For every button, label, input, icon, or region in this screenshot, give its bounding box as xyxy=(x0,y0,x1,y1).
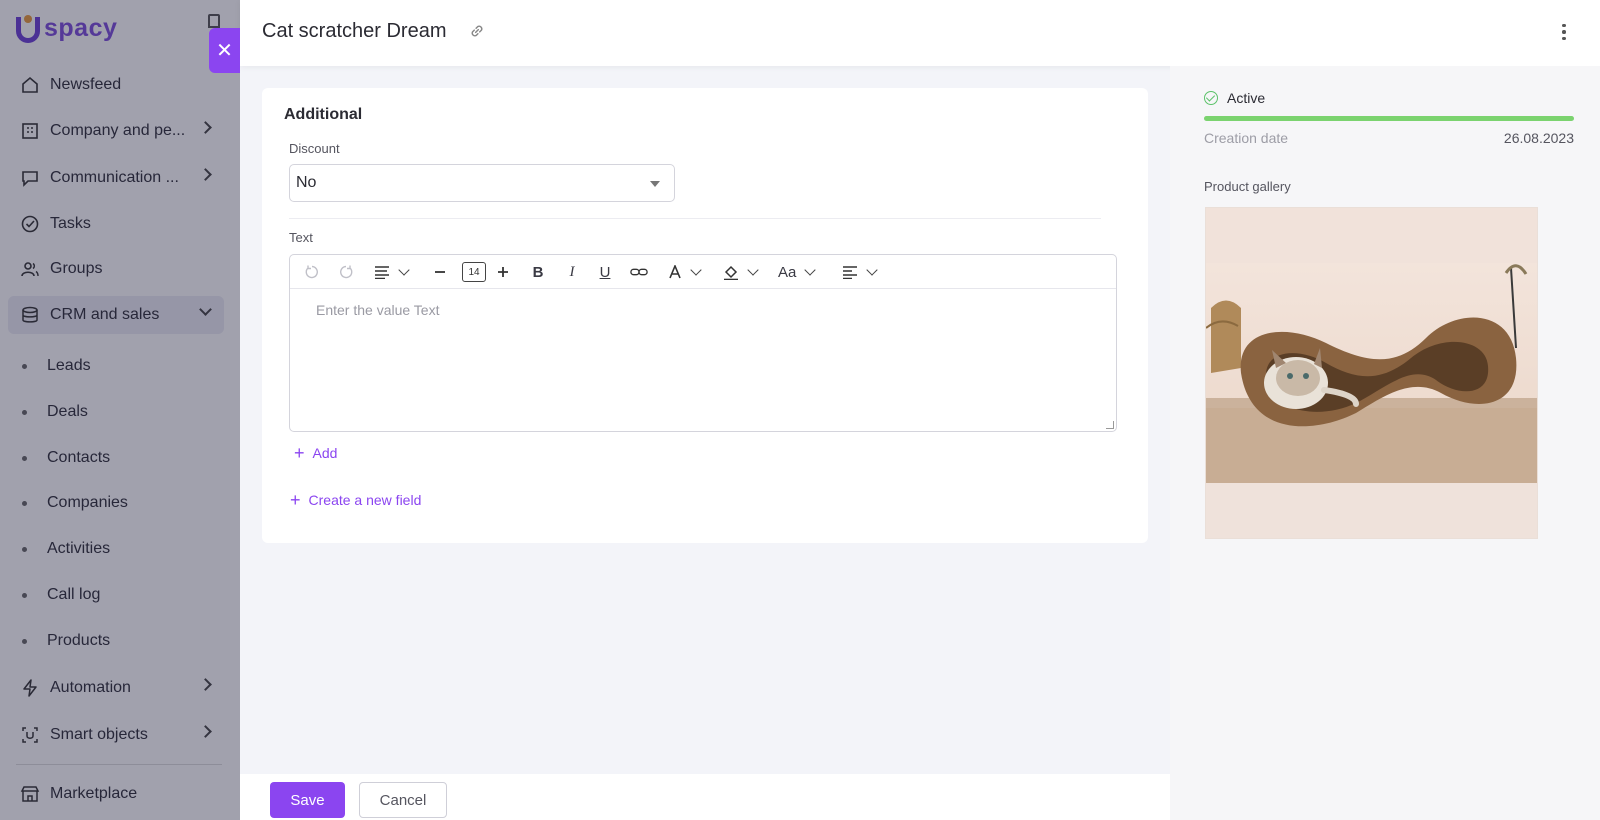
creation-date-value: 26.08.2023 xyxy=(1503,130,1574,146)
paragraph-icon xyxy=(375,266,389,279)
editor-toolbar: 14 B I U Aa xyxy=(290,255,1116,289)
text-label: Text xyxy=(289,230,313,245)
italic-icon[interactable]: I xyxy=(565,262,579,282)
add-button[interactable]: + Add xyxy=(294,444,337,462)
panel-footer: Save Cancel xyxy=(240,774,1170,820)
font-size-input[interactable]: 14 xyxy=(462,262,486,282)
underline-icon[interactable]: U xyxy=(598,262,612,282)
discount-select[interactable]: No xyxy=(289,164,675,202)
modal-backdrop[interactable] xyxy=(0,0,240,820)
cat-scratcher-photo xyxy=(1206,208,1537,538)
editor-placeholder: Enter the value Text xyxy=(316,302,440,318)
text-color-dropdown[interactable] xyxy=(668,262,702,282)
plus-icon: + xyxy=(294,443,305,463)
resize-handle[interactable] xyxy=(1106,421,1114,429)
bold-icon[interactable]: B xyxy=(531,262,545,282)
close-icon: ✕ xyxy=(216,40,233,62)
plus-icon: + xyxy=(290,490,301,510)
text-case-label: Aa xyxy=(778,263,797,281)
cancel-button[interactable]: Cancel xyxy=(359,782,447,818)
save-button[interactable]: Save xyxy=(270,782,345,818)
divider xyxy=(289,218,1101,219)
product-gallery-image[interactable] xyxy=(1205,207,1538,539)
fill-bucket-icon xyxy=(724,265,738,280)
status-label: Active xyxy=(1227,90,1266,106)
progress-fill xyxy=(1204,116,1574,121)
text-case-dropdown[interactable]: Aa xyxy=(778,262,817,282)
align-left-icon xyxy=(843,266,857,279)
discount-value: No xyxy=(296,174,317,191)
close-panel-button[interactable]: ✕ xyxy=(209,28,240,73)
text-color-icon xyxy=(669,265,681,279)
panel-header: Cat scratcher Dream xyxy=(240,0,1600,66)
status-badge[interactable]: Active xyxy=(1204,90,1265,106)
creation-date-label: Creation date xyxy=(1204,130,1289,146)
link-icon[interactable] xyxy=(630,262,648,282)
section-title: Additional xyxy=(284,106,363,123)
link-icon[interactable] xyxy=(468,22,486,45)
increase-font-icon[interactable] xyxy=(496,262,510,282)
decrease-font-icon[interactable] xyxy=(434,262,446,282)
gallery-label: Product gallery xyxy=(1204,179,1291,194)
undo-icon[interactable] xyxy=(302,262,322,282)
highlight-color-dropdown[interactable] xyxy=(723,262,759,282)
align-dropdown[interactable] xyxy=(842,262,878,282)
details-sidebar: Active Creation date 26.08.2023 Product … xyxy=(1170,66,1600,820)
more-menu-icon[interactable] xyxy=(1554,22,1574,42)
rich-text-editor: 14 B I U Aa Enter the value Text xyxy=(289,254,1117,432)
caret-down-icon xyxy=(650,181,660,187)
discount-label: Discount xyxy=(289,141,340,156)
product-panel: Cat scratcher Dream Additional Discount … xyxy=(240,0,1600,820)
paragraph-format-dropdown[interactable] xyxy=(374,262,410,282)
page-title: Cat scratcher Dream xyxy=(262,20,447,42)
check-circle-icon xyxy=(1204,91,1218,105)
create-field-button[interactable]: + Create a new field xyxy=(290,491,421,509)
additional-section: Additional Discount No Text 14 B I U Aa … xyxy=(262,88,1148,543)
status-progress-bar xyxy=(1204,116,1574,121)
text-editor-input[interactable]: Enter the value Text xyxy=(290,290,1116,431)
redo-icon[interactable] xyxy=(336,262,356,282)
